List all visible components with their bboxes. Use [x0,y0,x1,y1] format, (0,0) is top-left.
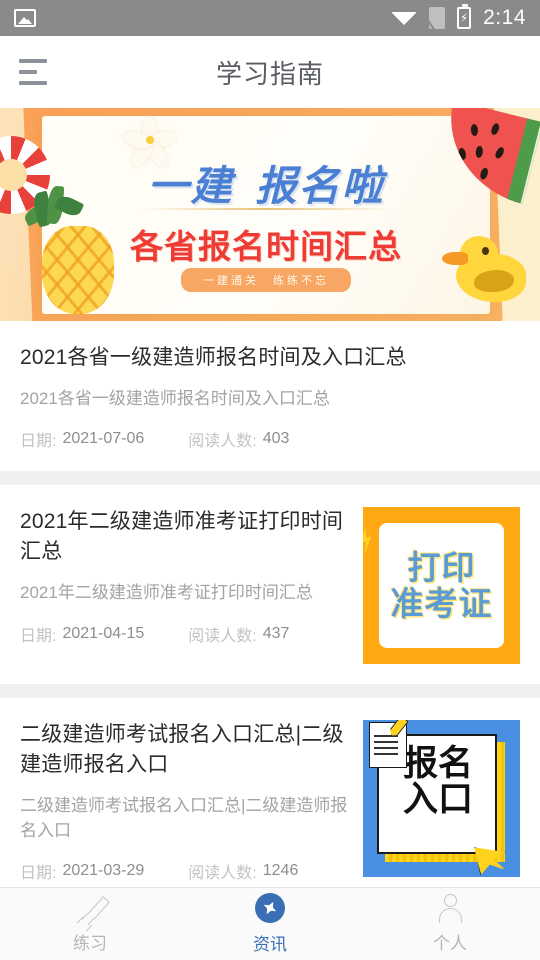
status-bar-left [14,9,36,27]
status-bar: ⚡ 2:14 [0,0,540,36]
article-title: 2021各省一级建造师报名时间及入口汇总 [20,346,407,369]
date-value: 2021-03-29 [62,862,145,880]
thumbnail-inner-card: 打印 准考证 [379,523,504,649]
article-meta: 日期: 2021-07-06 阅读人数: 403 [20,427,520,451]
article-description: 二级建造师考试报名入口汇总|二级建造师报名入口 [20,796,348,840]
status-bar-right: ⚡ 2:14 [391,4,526,30]
article-body: 2021各省一级建造师报名时间及入口汇总 2021各省一级建造师报名时间及入口汇… [20,343,520,451]
promo-banner[interactable]: 一建 报名啦 各省报名时间汇总 一建通关 练练不忘 [0,108,540,321]
thumbnail-text-line1: 打印 [407,549,476,587]
banner-headline: 一建 报名啦 [42,152,490,212]
article-title: 二级建造师考试报名入口汇总|二级建造师报名入口 [20,723,344,777]
reads-value: 437 [262,624,290,642]
banner-headline-part1: 一建 [147,163,234,209]
date-value: 2021-07-06 [62,430,145,448]
reads-label: 阅读人数: [188,433,257,451]
reads-label: 阅读人数: [188,627,257,645]
reads-label: 阅读人数: [188,865,257,883]
banner-headline-part2: 报名啦 [255,163,385,209]
banner-badge: 一建通关 练练不忘 [181,268,351,292]
nav-item-news[interactable]: 资讯 [180,893,360,955]
article-thumbnail[interactable]: 打印 准考证 [363,507,520,665]
article-title: 2021年二级建造师准考证打印时间汇总 [20,510,344,564]
battery-bolt-glyph: ⚡ [459,11,469,25]
battery-charging-icon: ⚡ [457,4,472,29]
nav-item-profile[interactable]: 个人 [360,894,540,954]
article-list-item[interactable]: 2021年二级建造师准考证打印时间汇总 2021年二级建造师准考证打印时间汇总 … [0,485,540,685]
banner-subheadline: 各省报名时间汇总 [130,228,402,265]
nav-label-news: 资讯 [253,935,287,954]
reads-value: 1246 [262,862,299,880]
banner-text-group: 一建 报名啦 各省报名时间汇总 一建通关 练练不忘 [42,116,490,314]
article-description: 2021各省一级建造师报名时间及入口汇总 [20,388,330,408]
thumbnail-text-line1: 报名 [403,744,474,784]
compass-icon [255,893,285,923]
date-label: 日期: [20,433,57,451]
date-value: 2021-04-15 [62,624,145,642]
person-icon [436,894,464,923]
wifi-icon [391,11,418,25]
list-separator [0,684,540,699]
article-thumbnail[interactable]: 报名 入口 [363,720,520,878]
date-label: 日期: [20,865,57,883]
nav-item-practice[interactable]: 练习 [0,894,180,954]
article-list-item[interactable]: 二级建造师考试报名入口汇总|二级建造师报名入口 二级建造师考试报名入口汇总|二级… [0,698,540,887]
article-meta: 日期: 2021-04-15 阅读人数: 437 [20,622,349,646]
thumbnail-text-line2: 准考证 [390,584,493,622]
thumbnail-text: 报名 入口 [403,746,495,817]
reads-value: 403 [262,430,290,448]
nav-label-practice: 练习 [73,934,107,953]
pencil-icon [76,894,110,925]
image-icon [14,9,36,27]
date-label: 日期: [20,627,57,645]
bottom-navigation-bar: 练习 资讯 个人 [0,887,540,960]
app-bar: 学习指南 [0,36,540,108]
page-title: 学习指南 [215,58,324,89]
article-scroll-area[interactable]: 一建 报名啦 各省报名时间汇总 一建通关 练练不忘 2021各省一级建造师报名时间… [0,108,540,887]
nav-label-profile: 个人 [433,934,467,953]
thumbnail-text-line2: 入口 [403,780,474,820]
article-body: 2021年二级建造师准考证打印时间汇总 2021年二级建造师准考证打印时间汇总 … [20,507,349,664]
sim-card-off-icon [429,7,446,29]
article-description: 2021年二级建造师准考证打印时间汇总 [20,583,313,603]
list-separator [0,471,540,486]
article-meta: 日期: 2021-03-29 阅读人数: 1246 [20,859,349,883]
article-list-item[interactable]: 2021各省一级建造师报名时间及入口汇总 2021各省一级建造师报名时间及入口汇… [0,321,540,472]
article-body: 二级建造师考试报名入口汇总|二级建造师报名入口 二级建造师考试报名入口汇总|二级… [20,720,349,883]
status-bar-clock: 2:14 [483,6,526,29]
banner-divider [141,208,391,210]
